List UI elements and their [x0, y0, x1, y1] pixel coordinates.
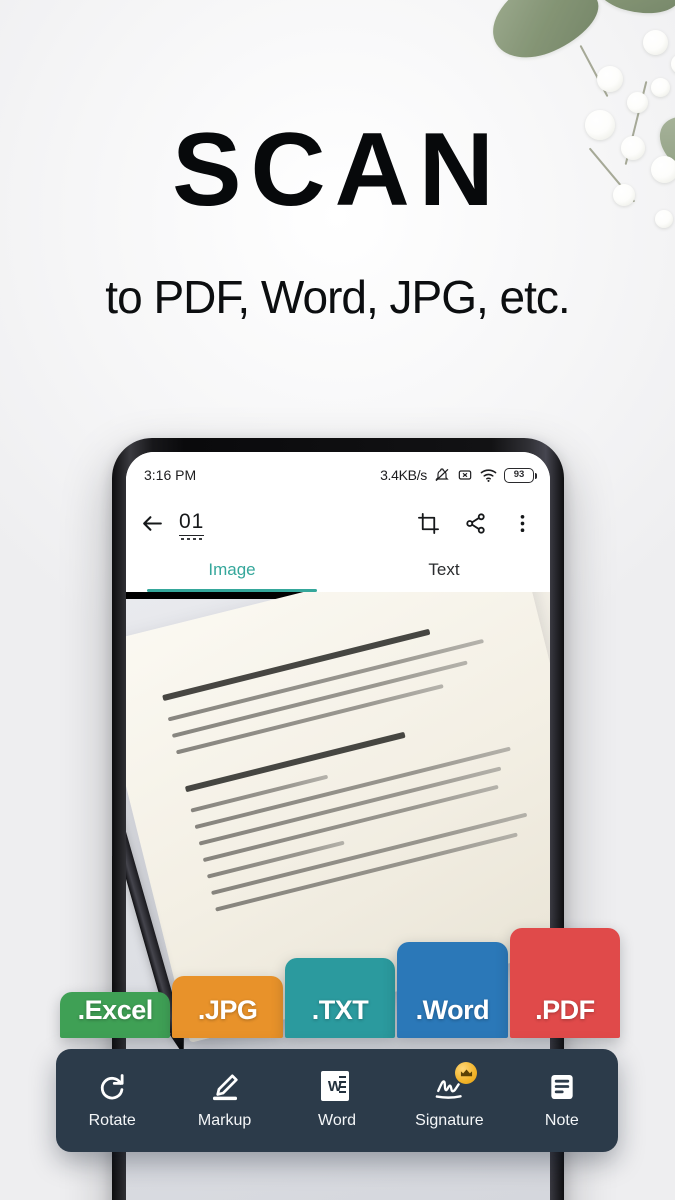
phone-side-button[interactable]	[112, 790, 114, 856]
babys-breath-bloom-icon	[651, 78, 670, 97]
bell-muted-icon	[435, 468, 449, 482]
bottom-toolbar: Rotate Markup W Word Signature Note	[56, 1049, 618, 1152]
babys-breath-bloom-icon	[597, 66, 623, 92]
rotate-icon	[96, 1071, 128, 1103]
toolbar-item-signature[interactable]: Signature	[393, 1062, 505, 1130]
app-bar: 01	[126, 498, 550, 548]
network-speed: 3.4KB/s	[380, 467, 427, 483]
crop-icon[interactable]	[417, 512, 440, 535]
format-card-jpg[interactable]: .JPG	[172, 976, 283, 1038]
promo-headline: SCAN	[172, 112, 503, 228]
note-icon	[546, 1071, 578, 1103]
toolbar-label: Markup	[197, 1112, 252, 1129]
format-card-word[interactable]: .Word	[397, 942, 508, 1038]
tab-image[interactable]: Image	[126, 548, 338, 592]
document-title[interactable]: 01	[179, 510, 205, 540]
toolbar-label: Note	[544, 1112, 579, 1129]
format-card-txt[interactable]: .TXT	[284, 958, 396, 1038]
document-body-line	[206, 840, 345, 879]
wifi-icon	[480, 468, 497, 482]
format-card-pdf[interactable]: .PDF	[509, 928, 621, 1038]
babys-breath-bloom-icon	[671, 54, 675, 74]
share-icon[interactable]	[464, 512, 487, 535]
back-arrow-icon[interactable]	[140, 511, 165, 536]
battery-level: 93	[513, 469, 525, 481]
toolbar-item-rotate[interactable]: Rotate	[56, 1071, 168, 1130]
toolbar-label: Signature	[415, 1112, 484, 1129]
toolbar-label: Rotate	[88, 1112, 136, 1129]
babys-breath-bloom-icon	[643, 30, 668, 55]
format-card-excel[interactable]: .Excel	[60, 992, 171, 1038]
eucalyptus-leaf-icon	[479, 0, 609, 72]
more-icon[interactable]	[511, 512, 534, 535]
crown-icon	[455, 1062, 478, 1084]
signature-icon	[433, 1062, 478, 1103]
eucalyptus-leaf-icon	[583, 0, 675, 24]
toolbar-item-word[interactable]: W Word	[281, 1071, 393, 1130]
battery-icon: 93	[504, 467, 538, 483]
no-sim-icon	[458, 470, 472, 480]
status-bar: 3:16 PM 3.4KB/s 93	[126, 452, 550, 498]
toolbar-item-note[interactable]: Note	[506, 1071, 618, 1130]
view-tabs: Image Text	[126, 548, 550, 592]
format-cards: .Excel .JPG .TXT .Word .PDF	[60, 928, 621, 1038]
document-body-line	[210, 812, 527, 895]
toolbar-item-markup[interactable]: Markup	[168, 1071, 280, 1130]
promo-subheadline: to PDF, Word, JPG, etc.	[105, 271, 570, 323]
flower-stem	[579, 44, 609, 98]
status-time: 3:16 PM	[144, 467, 197, 483]
toolbar-label: Word	[318, 1112, 356, 1129]
tab-text[interactable]: Text	[338, 548, 550, 592]
babys-breath-bloom-icon	[627, 92, 648, 113]
markup-icon	[209, 1071, 241, 1103]
word-icon: W	[321, 1071, 353, 1103]
document-text-block	[161, 609, 550, 923]
promo-stage: SCAN to PDF, Word, JPG, etc. 3:16 PM 3.4…	[0, 0, 675, 1200]
